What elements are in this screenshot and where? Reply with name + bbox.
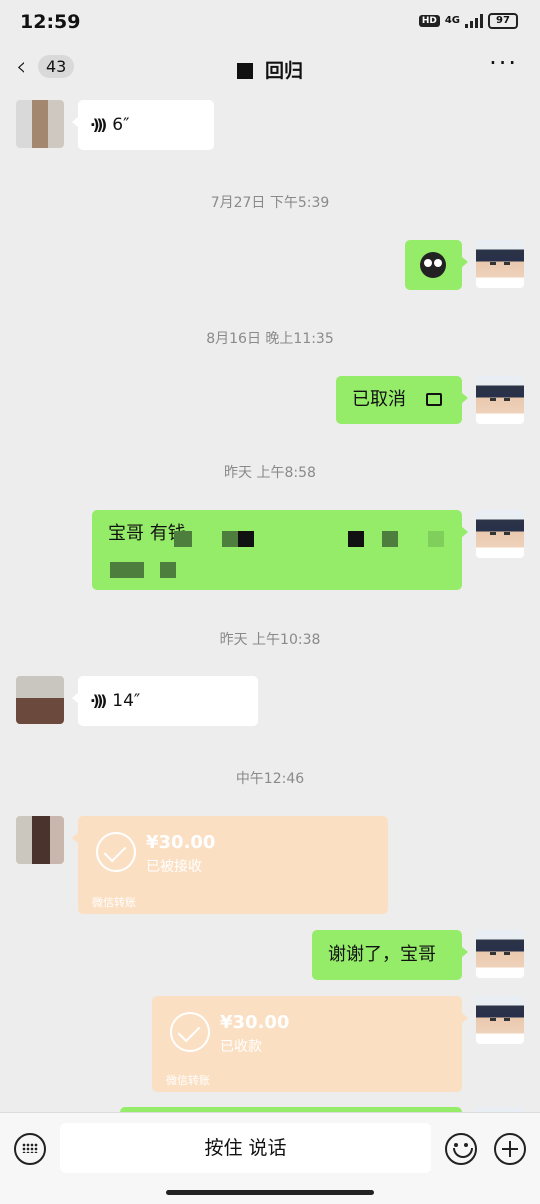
avatar[interactable]: [476, 376, 524, 424]
chat-title-text: 回归: [264, 60, 303, 82]
hold-to-talk-button[interactable]: 按住 说话: [60, 1123, 431, 1173]
system-icons: HD 4G 97: [418, 13, 518, 29]
redaction-block: [382, 531, 398, 547]
keyboard-icon[interactable]: [14, 1133, 46, 1165]
sticker-message[interactable]: [405, 240, 468, 290]
timestamp: 中午12:46: [235, 771, 305, 787]
voice-duration: 14″: [112, 691, 141, 711]
more-options-icon[interactable]: ···: [489, 49, 518, 77]
voice-message[interactable]: ·))) 6″: [72, 100, 214, 150]
redaction-block: [160, 562, 176, 578]
transfer-message[interactable]: ¥30.00 已收款 微信转账: [152, 996, 468, 1092]
text-message[interactable]: 宝哥 有钱: [92, 510, 468, 590]
video-call-icon: [426, 393, 442, 406]
timestamp: 7月27日 下午5:39: [210, 195, 330, 211]
redaction-block: [110, 562, 144, 578]
avatar[interactable]: [16, 816, 64, 864]
transfer-status: 已收款: [220, 1039, 262, 1055]
clock: 12:59: [20, 11, 81, 33]
voice-wave-icon: ·))): [90, 116, 107, 134]
redaction-block: [238, 531, 254, 547]
message-list[interactable]: ·))) 6″ 7月27日 下午5:39 8月16日 晚上11:35 已取消 昨天…: [0, 90, 540, 1112]
transfer-label: 微信转账: [92, 896, 136, 909]
cancelled-call-message[interactable]: 已取消: [336, 376, 468, 424]
redaction-block: [236, 63, 253, 79]
message-text: 谢谢了，宝哥: [328, 944, 436, 965]
plus-icon[interactable]: [494, 1133, 526, 1165]
avatar[interactable]: [476, 240, 524, 288]
timestamp: 8月16日 晚上11:35: [206, 331, 334, 347]
voice-wave-icon: ·))): [90, 692, 107, 710]
avatar[interactable]: [476, 930, 524, 978]
transfer-message[interactable]: ¥30.00 已被接收 微信转账: [72, 816, 388, 914]
text-message[interactable]: 谢谢了，宝哥: [312, 930, 468, 980]
redaction-block: [348, 531, 364, 547]
transfer-status: 已被接收: [146, 859, 202, 875]
battery-icon: 97: [488, 13, 518, 29]
home-indicator[interactable]: [166, 1190, 374, 1195]
voice-duration: 6″: [112, 115, 130, 135]
transfer-amount: ¥30.00: [146, 832, 216, 853]
hd-icon: HD: [418, 15, 440, 27]
chat-header: ‹ 43 回归 ···: [0, 48, 540, 90]
transfer-amount: ¥30.00: [220, 1012, 290, 1033]
avatar[interactable]: [476, 510, 524, 558]
timestamp: 昨天 上午10:38: [219, 632, 321, 648]
status-bar: 12:59 HD 4G 97: [0, 0, 540, 48]
avatar[interactable]: [16, 100, 64, 148]
avatar[interactable]: [16, 676, 64, 724]
redaction-block: [428, 531, 444, 547]
redaction-block: [174, 531, 192, 547]
check-circle-icon: [96, 832, 136, 872]
network-label: 4G: [444, 15, 460, 26]
timestamp: 昨天 上午8:58: [224, 465, 316, 481]
cancelled-call-text: 已取消: [352, 389, 406, 410]
redaction-block: [222, 531, 238, 547]
transfer-label: 微信转账: [166, 1074, 210, 1087]
signal-icon: [465, 14, 483, 28]
emoji-icon[interactable]: [445, 1133, 477, 1165]
chat-title: 回归: [0, 56, 540, 83]
check-circle-icon: [170, 1012, 210, 1052]
voice-message[interactable]: ·))) 14″: [72, 676, 258, 726]
avatar[interactable]: [476, 996, 524, 1044]
